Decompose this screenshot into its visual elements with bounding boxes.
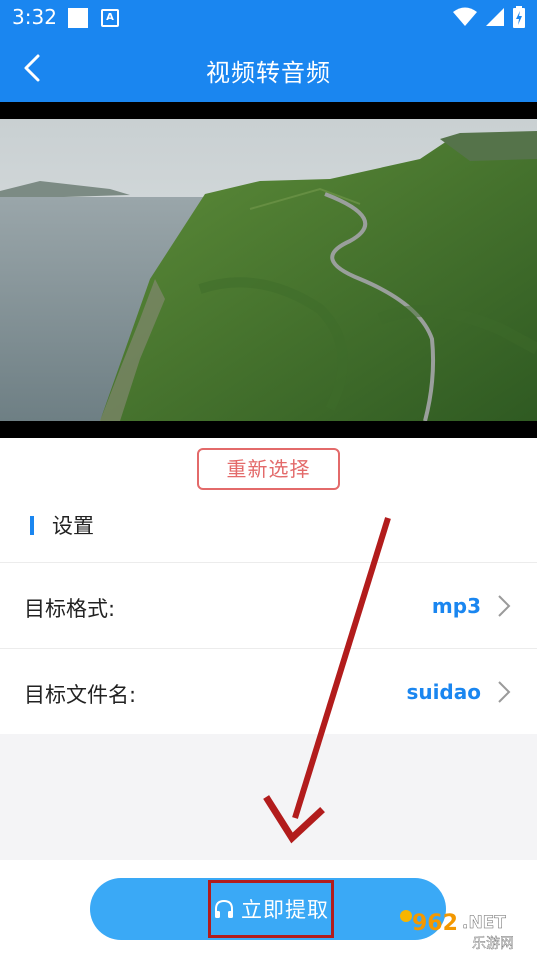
battery-icon bbox=[513, 6, 525, 28]
site-watermark-logo: 962 .NET 乐游网 bbox=[400, 910, 514, 952]
section-accent-bar bbox=[30, 516, 34, 535]
target-filename-value: suidao bbox=[406, 680, 481, 704]
status-bar: 3:32 A bbox=[0, 0, 537, 36]
video-preview[interactable] bbox=[0, 102, 537, 438]
app-bar: 视频转音频 bbox=[0, 36, 537, 102]
chevron-right-icon bbox=[498, 595, 511, 617]
section-title: 设置 bbox=[52, 514, 94, 538]
page-title: 视频转音频 bbox=[206, 59, 331, 87]
watermark-number: 962 bbox=[412, 911, 458, 936]
watermark-suffix: .NET bbox=[462, 913, 506, 933]
video-frame-landscape bbox=[0, 119, 537, 421]
notification-a-icon: A bbox=[101, 9, 119, 27]
wifi-icon bbox=[453, 7, 477, 26]
target-format-value: mp3 bbox=[431, 594, 481, 618]
settings-panel: 重新选择 设置 目标格式: mp3 目标文件名: suidao bbox=[0, 438, 537, 734]
extract-button[interactable]: 立即提取 bbox=[90, 878, 446, 940]
headphones-icon bbox=[215, 899, 233, 918]
notification-square-icon bbox=[68, 8, 88, 28]
reselect-button[interactable]: 重新选择 bbox=[197, 448, 340, 490]
target-filename-label: 目标文件名: bbox=[24, 683, 137, 707]
divider bbox=[0, 648, 537, 649]
watermark-name: 乐游网 bbox=[472, 936, 514, 952]
target-format-label: 目标格式: bbox=[24, 597, 116, 621]
status-icons bbox=[453, 6, 525, 28]
annotation-highlight-box: 立即提取 bbox=[208, 880, 334, 938]
signal-icon bbox=[486, 8, 504, 26]
chevron-right-icon bbox=[498, 681, 511, 703]
status-time: 3:32 bbox=[12, 5, 57, 29]
divider bbox=[0, 562, 537, 563]
extract-button-label: 立即提取 bbox=[241, 898, 329, 922]
